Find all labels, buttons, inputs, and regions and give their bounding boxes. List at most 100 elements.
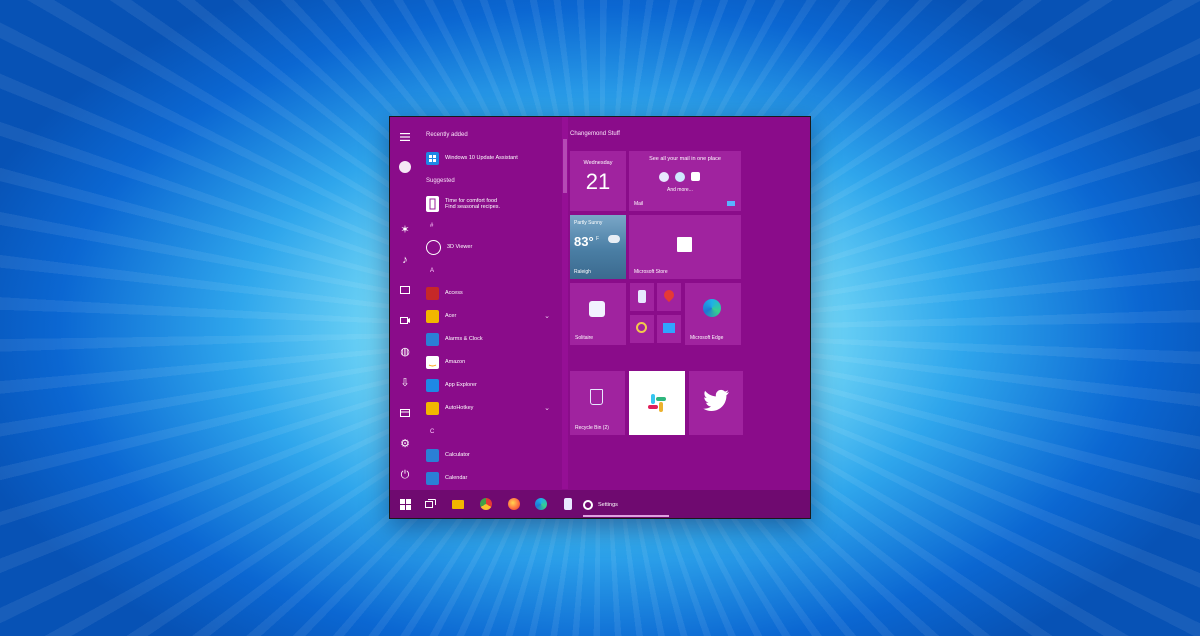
music-icon[interactable]: ♪ <box>397 252 413 268</box>
mail-more: And more... <box>667 187 693 193</box>
start-menu: ✶ ♪ ◍ ⇩ ⚙ ⏻ Recently added Windows 10 Up… <box>389 116 811 519</box>
app-item-calendar[interactable]: Calendar <box>426 469 556 487</box>
app-item-calculator[interactable]: Calculator <box>426 446 556 464</box>
scroll-thumb[interactable] <box>563 139 567 193</box>
downloads-icon[interactable]: ⇩ <box>397 374 413 390</box>
calculator-icon <box>426 448 439 462</box>
settings-taskbar-item[interactable]: Settings <box>583 495 669 514</box>
calendar-icon <box>426 471 439 485</box>
section-letter-a[interactable]: A <box>430 268 434 274</box>
app-item-alarms-clock[interactable]: Alarms & Clock <box>426 330 556 348</box>
windows-start-icon[interactable] <box>398 497 412 511</box>
app-item-autohotkey[interactable]: AutoHotkey ⌄ <box>426 399 556 417</box>
edge-tile[interactable]: Microsoft Edge <box>685 283 741 345</box>
calendar-tile[interactable]: Wednesday 21 <box>570 151 626 211</box>
file-explorer-icon[interactable] <box>397 405 413 421</box>
solitaire-label: Solitaire <box>575 335 594 341</box>
maps-tile[interactable] <box>657 283 681 311</box>
gear-icon[interactable]: ⚙ <box>397 435 413 451</box>
phone-tile[interactable] <box>630 283 654 311</box>
weather-tile[interactable]: Partly Sunny 83° F Raleigh <box>570 215 626 279</box>
firefox-icon[interactable] <box>507 497 521 511</box>
recycle-bin-label: Recycle Bin (2) <box>575 425 609 431</box>
app-label: Windows 10 Update Assistant <box>445 154 518 161</box>
store-tile[interactable]: Microsoft Store <box>629 215 741 279</box>
app-item-app-explorer[interactable]: App Explorer <box>426 376 556 394</box>
edge-label: Microsoft Edge <box>690 335 724 341</box>
phone-taskbar-icon[interactable] <box>561 497 575 511</box>
3d-viewer-icon <box>426 239 441 255</box>
app-label: Acer <box>445 312 457 319</box>
camera-tile[interactable] <box>630 315 654 343</box>
app-item-acer[interactable]: Acer ⌄ <box>426 307 556 325</box>
active-window-indicator <box>583 515 669 517</box>
edge-taskbar-icon[interactable] <box>534 497 548 511</box>
chevron-down-icon[interactable]: ⌄ <box>544 312 550 320</box>
access-icon <box>426 286 439 300</box>
section-letter-hash[interactable]: # <box>430 223 433 229</box>
suggested-item[interactable]: Time for comfort food Find seasonal reci… <box>426 193 556 215</box>
store-bag-icon <box>677 237 692 252</box>
suggested-header: Suggested <box>426 178 455 184</box>
start-rail: ✶ ♪ ◍ ⇩ ⚙ ⏻ <box>390 117 420 489</box>
settings-taskbar-label: Settings <box>598 501 618 508</box>
suggested-line-2: Find seasonal recipes. <box>445 204 501 210</box>
tile-area: Changemond Stuff Wednesday 21 See all yo… <box>568 117 810 489</box>
twitter-icon <box>702 389 730 413</box>
app-item-access[interactable]: Access <box>426 284 556 302</box>
app-item-windows-update[interactable]: Windows 10 Update Assistant <box>426 149 556 167</box>
envelope-icon <box>691 172 700 181</box>
app-item-amazon[interactable]: Amazon <box>426 353 556 371</box>
twitter-tile[interactable] <box>689 371 743 435</box>
slack-icon <box>646 392 668 414</box>
section-letter-c[interactable]: C <box>430 429 434 435</box>
recently-added-header: Recently added <box>426 132 468 138</box>
photos-tile[interactable] <box>657 315 681 343</box>
cards-icon <box>589 301 605 317</box>
app-item-3d-viewer[interactable]: 3D Viewer <box>426 238 556 256</box>
amazon-icon <box>426 355 439 369</box>
chrome-icon[interactable] <box>479 497 493 511</box>
network-icon[interactable]: ◍ <box>397 343 413 359</box>
user-icon[interactable] <box>397 159 413 175</box>
map-pin-icon <box>661 287 677 303</box>
app-label: AutoHotkey <box>445 404 474 411</box>
person-icon[interactable]: ✶ <box>397 221 413 237</box>
app-label: 3D Viewer <box>447 243 473 250</box>
app-label: Calendar <box>445 474 468 481</box>
app-label: Access <box>445 289 463 296</box>
alarm-icon <box>426 332 439 346</box>
videos-icon[interactable] <box>397 312 413 328</box>
task-view-icon[interactable] <box>423 497 437 511</box>
tile-group-title[interactable]: Changemond Stuff <box>570 131 620 137</box>
folder-icon <box>426 401 439 415</box>
weather-location: Raleigh <box>574 269 591 275</box>
mail-label: Mail <box>634 201 644 207</box>
cloud-icon <box>608 235 620 243</box>
app-label: App Explorer <box>445 381 477 388</box>
weather-unit: F <box>596 236 600 242</box>
power-icon[interactable]: ⏻ <box>397 467 413 483</box>
app-label: Calculator <box>445 451 470 458</box>
app-label: Amazon <box>445 358 466 365</box>
folder-icon <box>426 309 439 323</box>
taskbar: Settings <box>390 490 810 518</box>
pictures-icon[interactable] <box>397 282 413 298</box>
app-label: Alarms & Clock <box>445 335 483 342</box>
mail-tile[interactable]: See all your mail in one place And more.… <box>629 151 741 211</box>
mail-badge-icon <box>727 201 735 206</box>
recipe-icon <box>426 196 439 212</box>
recycle-bin-tile[interactable]: Recycle Bin (2) <box>570 371 625 435</box>
chevron-down-icon[interactable]: ⌄ <box>544 404 550 412</box>
calendar-day: Wednesday <box>583 160 613 166</box>
contacts-icon <box>675 172 685 182</box>
calendar-date: 21 <box>585 169 611 194</box>
solitaire-tile[interactable]: Solitaire <box>570 283 626 345</box>
outlook-icon <box>659 172 669 182</box>
store-label: Microsoft Store <box>634 269 668 275</box>
app-explorer-icon <box>426 378 439 392</box>
menu-icon[interactable] <box>397 129 413 145</box>
slack-tile[interactable] <box>629 371 685 435</box>
file-explorer-taskbar-icon[interactable] <box>451 497 465 511</box>
recycle-bin-icon <box>590 389 603 405</box>
